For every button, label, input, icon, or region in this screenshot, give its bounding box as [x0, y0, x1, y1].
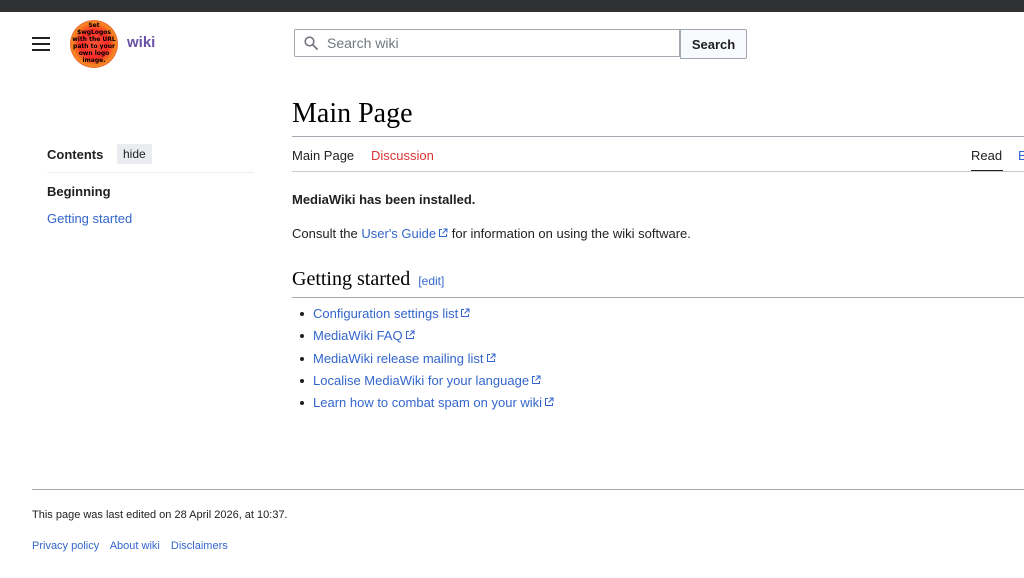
external-link-icon: [461, 308, 470, 317]
external-link-icon: [405, 330, 415, 340]
page-tabs: Main Page Discussion Read E: [292, 148, 1024, 172]
combat-spam-link[interactable]: Learn how to combat spam on your wiki: [313, 395, 554, 410]
list-item: Localise MediaWiki for your language: [300, 372, 554, 394]
consult-paragraph: Consult the User's Guide for information…: [292, 226, 691, 241]
getting-started-list: Configuration settings list MediaWiki FA…: [300, 305, 554, 416]
list-item: Learn how to combat spam on your wiki: [300, 394, 554, 416]
link-label: Learn how to combat spam on your wiki: [313, 395, 543, 411]
search-box[interactable]: [294, 29, 680, 57]
list-item: Configuration settings list: [300, 305, 554, 327]
privacy-policy-link[interactable]: Privacy policy: [32, 540, 99, 552]
users-guide-link-label: User's Guide: [361, 226, 437, 241]
section-edit-link[interactable]: [edit]: [418, 274, 444, 288]
title-divider: [292, 136, 1024, 137]
disclaimers-link[interactable]: Disclaimers: [171, 540, 228, 552]
external-link-icon: [545, 397, 554, 407]
section-heading-getting-started: Getting started [edit]: [292, 268, 444, 291]
search-icon: [304, 36, 318, 50]
external-link-icon: [439, 228, 448, 237]
tab-discussion[interactable]: Discussion: [371, 148, 434, 163]
page-title: Main Page: [292, 98, 413, 129]
section-divider: [292, 297, 1024, 298]
last-edited-info: This page was last edited on 28 April 20…: [32, 509, 288, 521]
consult-text-after: for information on using the wiki softwa…: [448, 226, 691, 241]
tab-main-page[interactable]: Main Page: [292, 148, 354, 163]
release-mailing-list-link[interactable]: MediaWiki release mailing list: [313, 351, 496, 366]
consult-text-before: Consult the: [292, 226, 362, 241]
users-guide-link[interactable]: User's Guide: [361, 226, 448, 241]
list-item: MediaWiki release mailing list: [300, 350, 554, 372]
footer-links: Privacy policy About wiki Disclaimers: [32, 540, 236, 552]
link-label: MediaWiki release mailing list: [313, 350, 484, 366]
toc-item-getting-started[interactable]: Getting started: [47, 211, 132, 226]
toc-title: Contents: [47, 147, 104, 162]
toc-item-beginning[interactable]: Beginning: [47, 184, 111, 199]
toc-hide-button[interactable]: hide: [117, 144, 152, 164]
search-button[interactable]: Search: [680, 29, 747, 59]
external-link-icon: [486, 353, 495, 362]
link-label: MediaWiki FAQ: [313, 328, 403, 344]
browser-top-bar: [0, 0, 1024, 12]
toc-header: Contents hide: [47, 144, 254, 173]
link-label: Configuration settings list: [313, 306, 459, 321]
table-of-contents: Contents hide Beginning Getting started: [47, 144, 254, 226]
about-wiki-link[interactable]: About wiki: [110, 540, 160, 552]
list-item: MediaWiki FAQ: [300, 327, 554, 349]
footer-divider: [32, 489, 1024, 490]
site-logo[interactable]: Set $wgLogos with the URL path to your o…: [70, 20, 118, 68]
logo-placeholder-text: Set $wgLogos with the URL path to your o…: [72, 22, 116, 64]
main-menu-hamburger-icon[interactable]: [32, 37, 50, 51]
configuration-settings-link[interactable]: Configuration settings list: [313, 306, 470, 321]
external-link-icon: [532, 375, 541, 384]
tabs-divider: [292, 171, 1024, 172]
mediawiki-faq-link[interactable]: MediaWiki FAQ: [313, 328, 415, 343]
localise-mediawiki-link[interactable]: Localise MediaWiki for your language: [313, 373, 541, 388]
site-wordmark[interactable]: wiki: [127, 34, 155, 51]
tab-read[interactable]: Read: [971, 148, 1002, 163]
installed-message: MediaWiki has been installed.: [292, 192, 476, 207]
link-label: Localise MediaWiki for your language: [313, 372, 530, 388]
tab-edit[interactable]: E: [1018, 148, 1024, 163]
section-heading-text: Getting started: [292, 268, 411, 290]
search-input[interactable]: [327, 30, 667, 56]
